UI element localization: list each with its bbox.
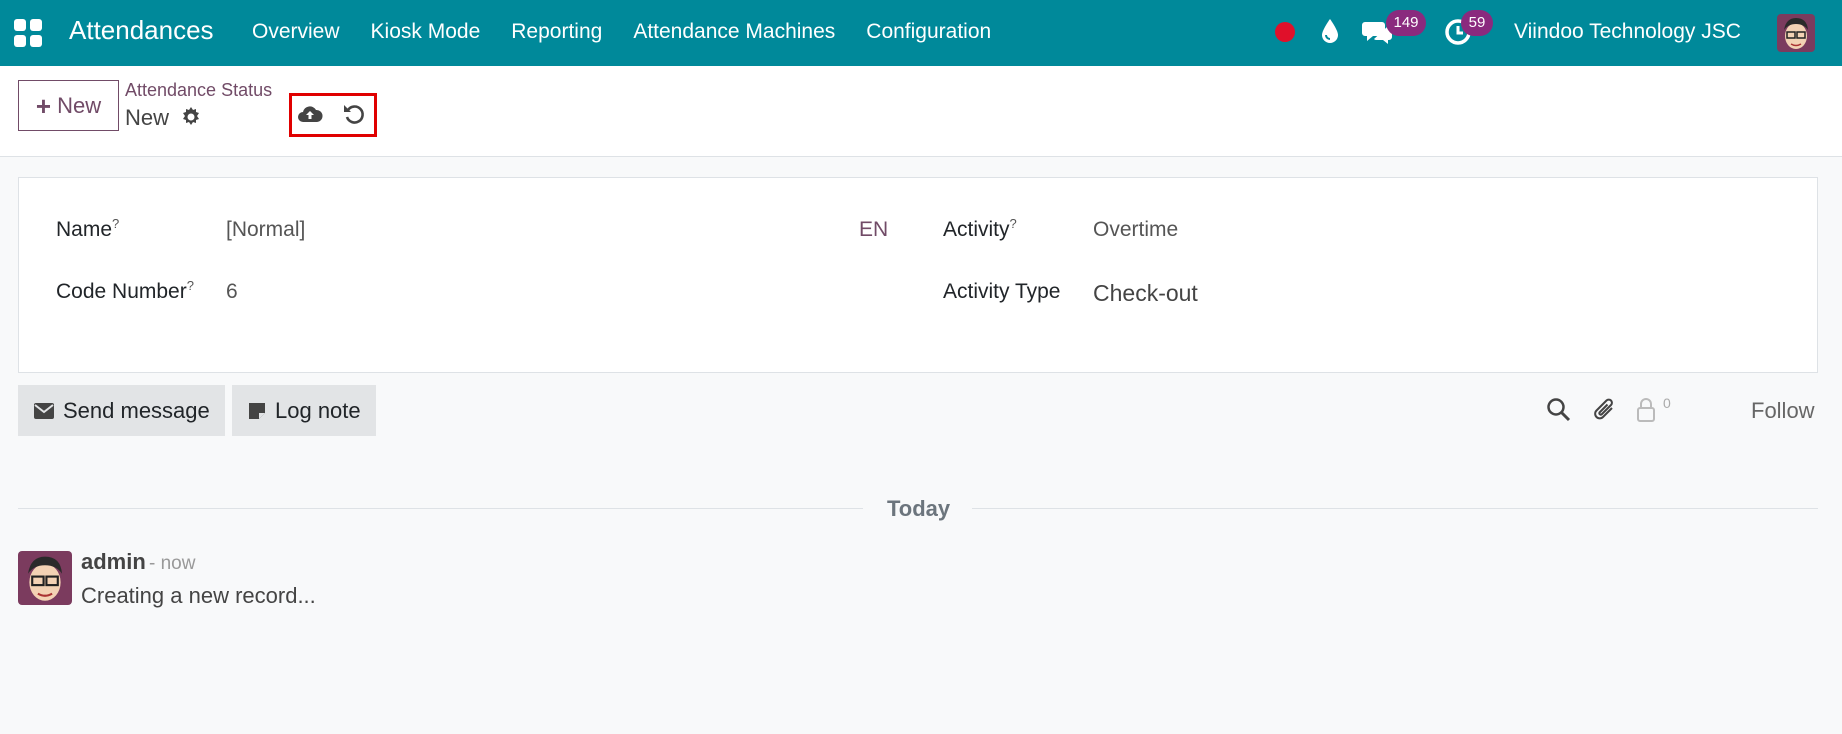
note-icon	[249, 402, 265, 419]
control-panel: + New Attendance Status New	[0, 66, 1842, 157]
message-author-avatar[interactable]	[18, 551, 72, 605]
name-label: Name?	[56, 216, 120, 241]
paperclip-icon[interactable]	[1592, 397, 1618, 423]
send-message-button[interactable]: Send message	[18, 385, 225, 436]
message-body: Creating a new record...	[81, 583, 316, 608]
breadcrumb-attendance-status[interactable]: Attendance Status	[125, 80, 272, 101]
date-separator: Today	[887, 496, 951, 521]
cloud-upload-save-icon[interactable]	[297, 102, 323, 126]
form-sheet: Name? [Normal] EN Code Number? 6 Activit…	[18, 177, 1818, 373]
search-icon[interactable]	[1546, 397, 1572, 423]
menu-kiosk-mode[interactable]: Kiosk Mode	[371, 20, 481, 44]
activity-type-field[interactable]: Check-out	[1093, 280, 1198, 307]
code-number-field[interactable]: 6	[226, 280, 238, 304]
new-button[interactable]: + New	[18, 80, 119, 131]
app-title[interactable]: Attendances	[69, 15, 214, 46]
discard-undo-icon[interactable]	[342, 102, 366, 126]
followers-count: 0	[1663, 395, 1671, 411]
new-button-label: New	[57, 92, 102, 118]
date-separator-line-left	[18, 508, 863, 509]
lock-followers-icon[interactable]	[1636, 397, 1656, 423]
apps-menu-icon[interactable]	[14, 19, 42, 47]
activity-label: Activity?	[943, 216, 1017, 241]
menu-overview[interactable]: Overview	[252, 20, 340, 44]
menu-attendance-machines[interactable]: Attendance Machines	[633, 20, 835, 44]
messages-badge: 149	[1386, 10, 1426, 36]
date-separator-line-right	[972, 508, 1818, 509]
message-author[interactable]: admin	[81, 549, 146, 575]
main-menu: Overview Kiosk Mode Reporting Attendance…	[252, 20, 1022, 44]
envelope-icon	[34, 402, 54, 419]
language-toggle[interactable]: EN	[859, 218, 888, 242]
send-message-label: Send message	[63, 397, 210, 423]
company-switcher[interactable]: Viindoo Technology JSC	[1514, 20, 1741, 44]
user-avatar[interactable]	[1777, 14, 1815, 52]
menu-reporting[interactable]: Reporting	[511, 20, 602, 44]
plus-icon: +	[35, 90, 52, 121]
drop-icon[interactable]	[1320, 18, 1340, 44]
gear-icon[interactable]	[181, 107, 201, 127]
activity-field[interactable]: Overtime	[1093, 218, 1178, 242]
log-note-button[interactable]: Log note	[232, 385, 376, 436]
activities-badge: 59	[1461, 10, 1493, 36]
menu-configuration[interactable]: Configuration	[866, 20, 991, 44]
follow-button[interactable]: Follow	[1751, 398, 1815, 424]
top-navbar: Attendances Overview Kiosk Mode Reportin…	[0, 0, 1842, 66]
activity-type-label: Activity Type	[943, 280, 1061, 303]
recording-icon[interactable]	[1275, 22, 1295, 42]
log-note-label: Log note	[275, 397, 361, 423]
message-time: - now	[149, 553, 196, 574]
record-name: New	[125, 105, 170, 130]
name-field[interactable]: [Normal]	[226, 218, 305, 242]
code-number-label: Code Number?	[56, 278, 194, 303]
